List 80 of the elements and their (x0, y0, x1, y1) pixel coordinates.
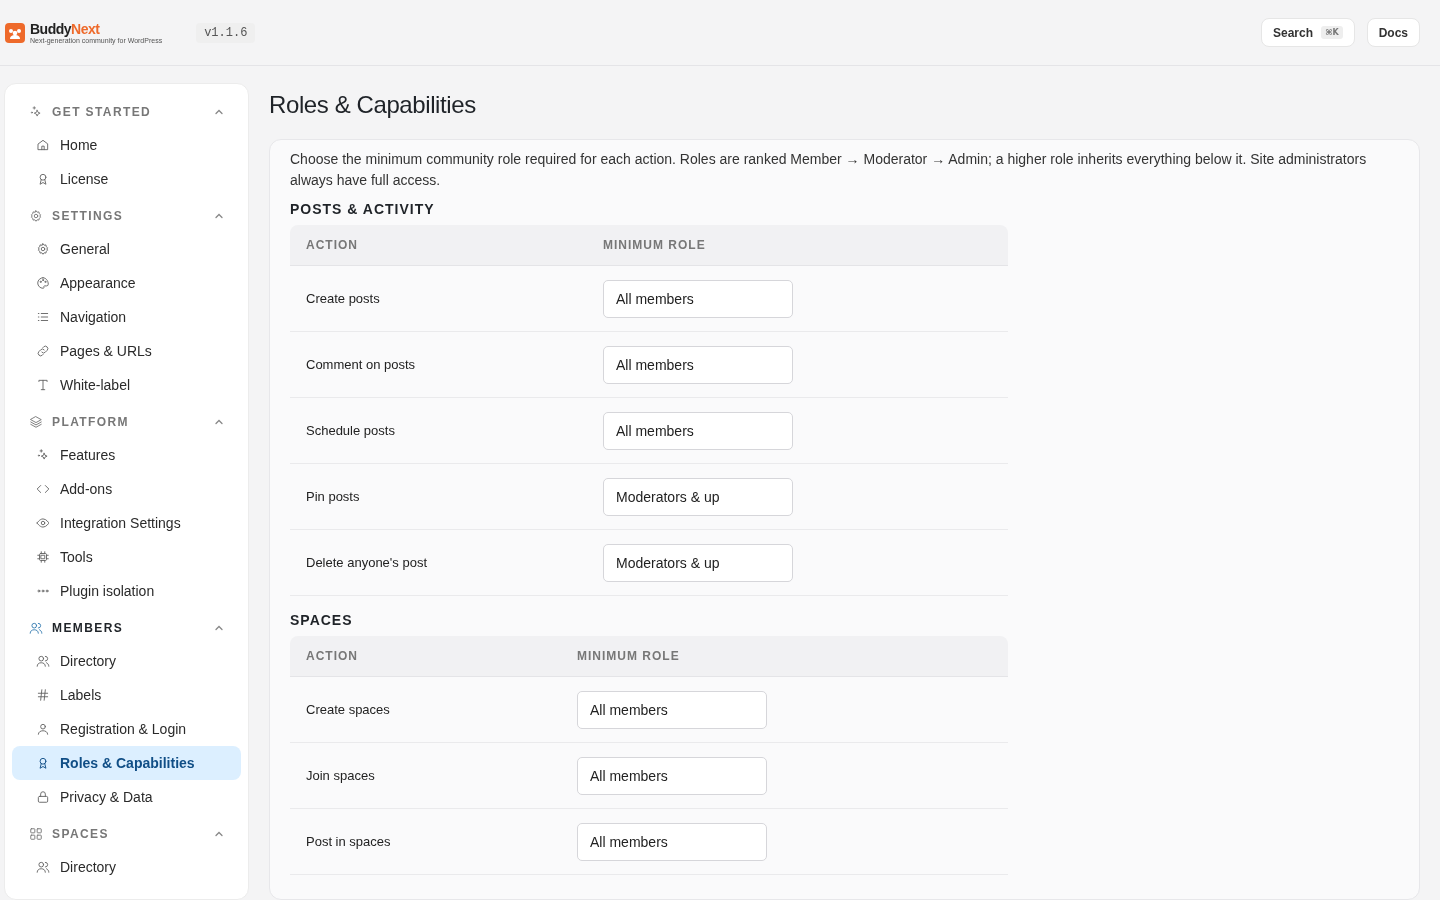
sparkle-icon (29, 105, 43, 119)
column-header: ACTION (306, 649, 359, 663)
palette-icon (36, 276, 50, 290)
role-select[interactable]: All members (577, 756, 767, 795)
column-header: MINIMUM ROLE (603, 238, 707, 252)
nav-item[interactable]: Navigation (12, 300, 241, 334)
column-header: MINIMUM ROLE (577, 649, 681, 663)
users-icon (36, 654, 50, 668)
nav-item[interactable]: White-label (12, 368, 241, 402)
shortcut-key: ⌘K (1321, 26, 1343, 39)
nav-item[interactable]: Roles & Capabilities (12, 746, 241, 780)
action-label: Create spaces (306, 702, 391, 717)
role-select[interactable]: Moderators & up (603, 543, 793, 582)
search-button[interactable]: Search ⌘K (1261, 18, 1355, 47)
logo-icon (5, 22, 25, 43)
section-header[interactable]: GET STARTED (12, 96, 241, 128)
users-icon (29, 621, 43, 635)
nav-item[interactable]: Integration Settings (12, 506, 241, 540)
link-icon (36, 344, 50, 358)
chip-icon (36, 550, 50, 564)
nav-item[interactable]: Registration & Login (12, 712, 241, 746)
eye-icon (36, 516, 50, 530)
action-label: Comment on posts (306, 357, 417, 372)
section-title: SPACES (52, 827, 110, 841)
hash-icon (36, 688, 50, 702)
intro-text: Choose the minimum community role required for each action. Roles are ranked Member → Moderator → Admin; a higher role inherits everything below it. Site administrators always have full access. (290, 150, 1368, 190)
section-title: MEMBERS (52, 621, 125, 635)
section-title: GET STARTED (52, 105, 153, 119)
section-title: SPACES (290, 612, 354, 628)
role-select[interactable]: All members (603, 411, 793, 450)
list-icon (36, 310, 50, 324)
users-icon (36, 860, 50, 874)
sparkle-icon (36, 448, 50, 462)
lock-icon (36, 790, 50, 804)
nav-item[interactable]: License (12, 162, 241, 196)
ribbon-icon (36, 756, 50, 770)
nav-item[interactable]: Home (12, 128, 241, 162)
code-icon (36, 482, 50, 496)
brand-name: BuddyNext (30, 21, 101, 36)
action-label: Post in spaces (306, 834, 392, 849)
action-label: Create posts (306, 291, 381, 306)
home-icon (36, 138, 50, 152)
role-select[interactable]: All members (577, 690, 767, 729)
role-select[interactable]: All members (577, 822, 767, 861)
action-label: Pin posts (306, 489, 361, 504)
nav-item[interactable]: Plugin isolation (12, 574, 241, 608)
page-title: Roles & Capabilities (269, 91, 477, 119)
layers-icon (29, 415, 43, 429)
action-label: Delete anyone's post (306, 555, 428, 570)
nav-item[interactable]: Tools (12, 540, 241, 574)
settings-icon (36, 242, 50, 256)
section-title: PLATFORM (52, 415, 130, 429)
settings-icon (29, 209, 43, 223)
section-header[interactable]: SETTINGS (12, 200, 241, 232)
ribbon-icon (36, 172, 50, 186)
role-select[interactable]: Moderators & up (603, 477, 793, 516)
role-select[interactable]: All members (603, 279, 793, 318)
role-select[interactable]: All members (603, 345, 793, 384)
nav-item[interactable]: Labels (12, 678, 241, 712)
section-header[interactable]: PLATFORM (12, 406, 241, 438)
section-header[interactable]: MEMBERS (12, 612, 241, 644)
docs-button[interactable]: Docs (1366, 18, 1420, 47)
version-badge: v1.1.6 (196, 22, 256, 43)
nav-item[interactable]: General (12, 232, 241, 266)
nav-item[interactable]: Pages & URLs (12, 334, 241, 368)
user-icon (36, 722, 50, 736)
nav-item[interactable]: Features (12, 438, 241, 472)
action-label: Join spaces (306, 768, 376, 783)
nav-item[interactable]: Appearance (12, 266, 241, 300)
section-header[interactable]: SPACES (12, 818, 241, 850)
action-label: Schedule posts (306, 423, 396, 438)
column-header: ACTION (306, 238, 359, 252)
nav-item[interactable]: Privacy & Data (12, 780, 241, 814)
text-icon (36, 378, 50, 392)
nav-item[interactable]: Directory (12, 850, 241, 884)
grid-icon (29, 827, 43, 841)
nav-item[interactable]: Add-ons (12, 472, 241, 506)
section-title: POSTS & ACTIVITY (290, 201, 436, 217)
section-title: SETTINGS (52, 209, 125, 223)
nav-item[interactable]: Directory (12, 644, 241, 678)
